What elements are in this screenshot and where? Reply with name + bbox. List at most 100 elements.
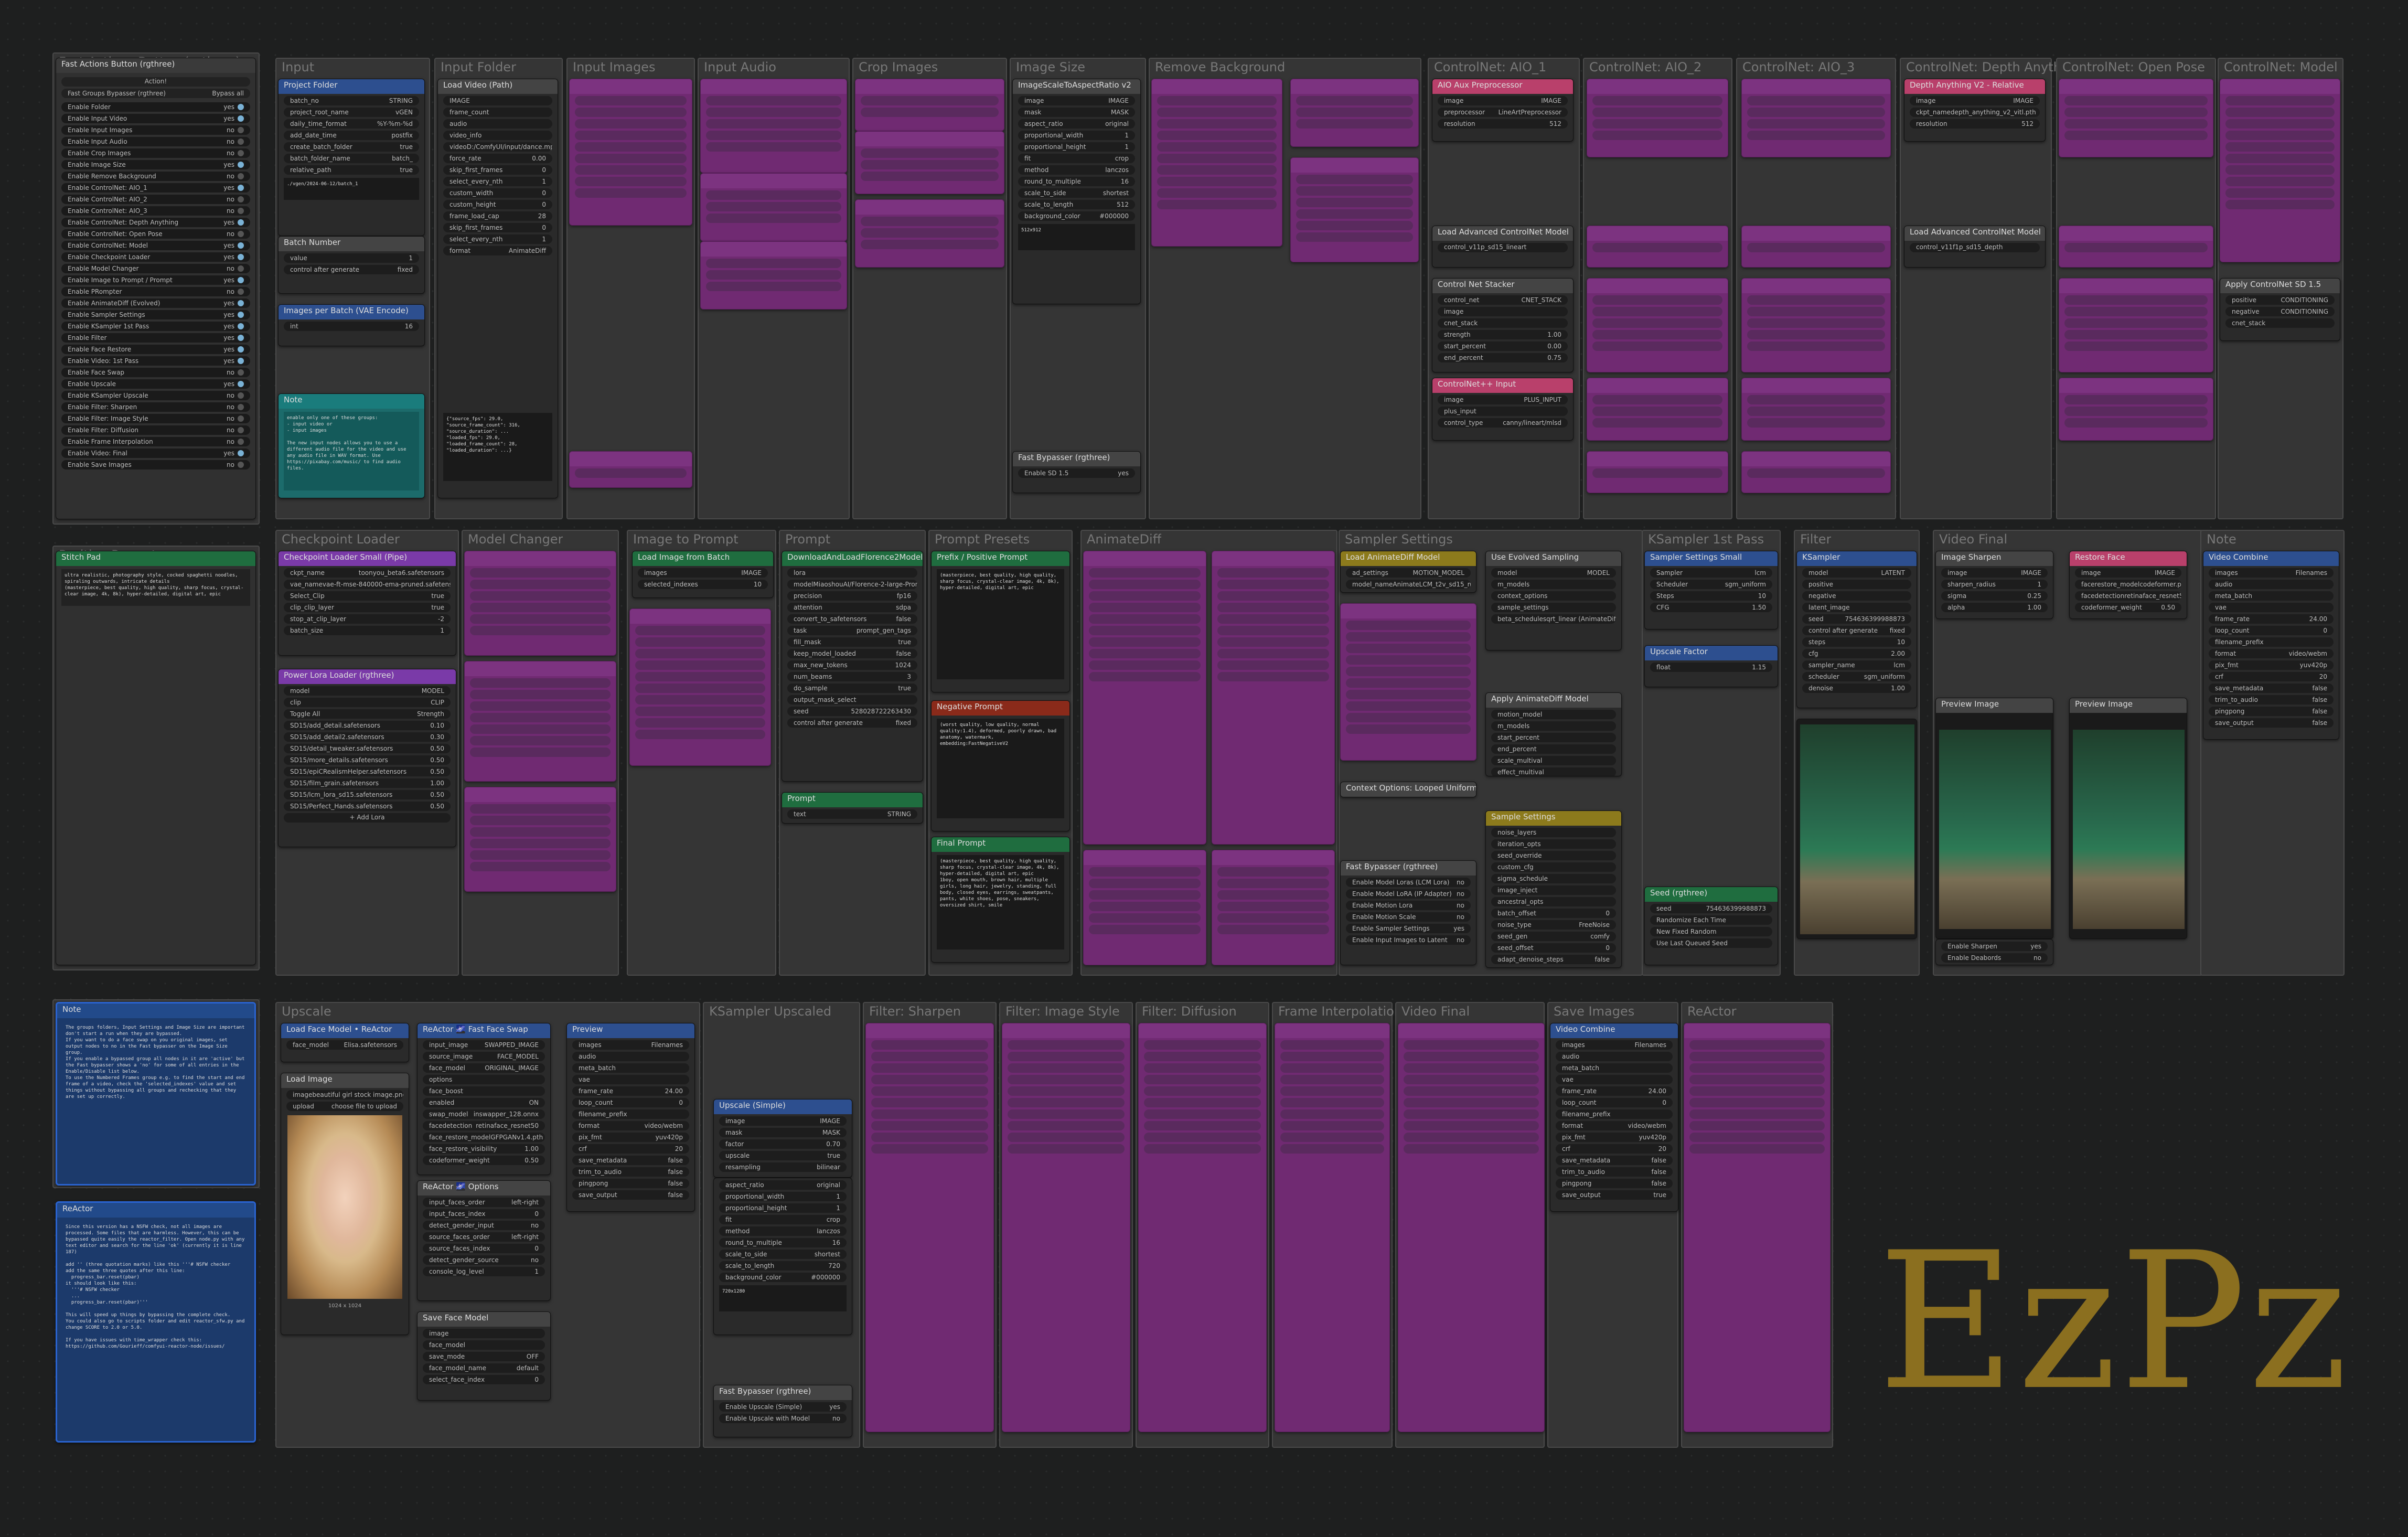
preview-faceswap-widget[interactable]: trim_to_audio false — [572, 1167, 689, 1177]
apply-cn-widget[interactable]: negative CONDITIONING — [2225, 307, 2335, 316]
toggle-dot-icon[interactable] — [238, 127, 244, 133]
face-swap-widget[interactable]: face_restore_visibility 1.00 — [423, 1144, 545, 1154]
group-toggle-row[interactable]: Enable PRompter no — [61, 287, 250, 296]
florence-widget[interactable]: control after generate fixed — [787, 718, 917, 728]
upscale-scale-widget[interactable]: fit crop — [719, 1215, 847, 1224]
aio-widget[interactable]: resolution 512 — [1438, 119, 1568, 129]
note-input-node[interactable]: Note enable only one of these groups: - … — [278, 393, 425, 498]
upscale-bypasser-node[interactable]: Fast Bypasser (rgthree) Enable Upscale (… — [713, 1385, 852, 1437]
evolved-sampling-widget[interactable]: model MODEL — [1491, 568, 1616, 578]
ksampler-widget[interactable]: model LATENT — [1802, 568, 1911, 578]
bypassed-node[interactable] — [629, 609, 771, 766]
face-swap-widget[interactable]: swap_model inswapper_128.onnx — [423, 1109, 545, 1119]
bypassed-node[interactable] — [1741, 451, 1891, 493]
florence-widget[interactable]: num_beams 3 — [787, 672, 917, 681]
preview-faceswap-widget[interactable]: pix_fmt yuv420p — [572, 1133, 689, 1142]
toggle-dot-icon[interactable] — [238, 254, 244, 260]
batch-widget[interactable]: value 1 — [284, 253, 419, 263]
evolved-sampling-widget[interactable]: sample_settings — [1491, 603, 1616, 612]
bypass-all-row[interactable]: Fast Groups Bypasser (rgthree) Bypass all — [61, 89, 250, 98]
face-swap-widget[interactable]: face_restore_model GFPGANv1.4.pth — [423, 1133, 545, 1142]
video-final-widget[interactable]: pix_fmt yuv420p — [1556, 1133, 1673, 1142]
load-image-batch-widget[interactable]: images IMAGE — [638, 568, 768, 578]
depth-widget[interactable]: ckpt_name depth_anything_v2_vitl.pth — [1910, 108, 2040, 117]
reactor-options-widget[interactable]: source_faces_index 0 — [423, 1244, 545, 1253]
bypassed-node[interactable] — [1138, 1023, 1267, 1432]
toggle-dot-icon[interactable] — [238, 312, 244, 318]
toggle-dot-icon[interactable] — [238, 185, 244, 191]
video-final-widget[interactable]: vae — [1556, 1075, 1673, 1084]
toggle-dot-icon[interactable] — [238, 358, 244, 364]
preview-faceswap-widget[interactable]: audio — [572, 1052, 689, 1061]
group-toggle-row[interactable]: Enable ControlNet: Model yes — [61, 241, 250, 250]
image-size-widget[interactable]: round_to_multiple 16 — [1018, 177, 1135, 186]
upscale-scale-node[interactable]: aspect_ratio original proportional_width 1 p… — [713, 1178, 852, 1335]
fast-actions-node[interactable]: Fast Actions Button (rgthree) Action! Fa… — [56, 58, 256, 519]
upscale-widget[interactable]: factor 0.70 — [719, 1139, 847, 1149]
toggle-dot-icon[interactable] — [238, 300, 244, 306]
cn-plus-widget[interactable]: control_type canny/lineart/mlsd — [1438, 418, 1568, 428]
load-video-widget[interactable]: skip_first_frames 0 — [443, 165, 552, 175]
face-swap-widget[interactable]: face_model ORIGINAL_IMAGE — [423, 1063, 545, 1073]
load-video-widget[interactable]: format AnimateDiff — [443, 246, 552, 255]
checkpoint-widget[interactable]: vae_name vae-ft-mse-840000-ema-pruned.saf… — [284, 580, 451, 589]
toggle-dot-icon[interactable] — [238, 104, 244, 110]
ksampler-widget[interactable]: denoise 1.00 — [1802, 684, 1911, 693]
toggle-dot-icon[interactable] — [238, 277, 244, 283]
upscale-bypasser-widget[interactable]: Enable Upscale (Simple) yes — [719, 1402, 847, 1412]
sample-settings-widget[interactable]: noise_layers — [1491, 828, 1616, 837]
image-size-node[interactable]: ImageScaleToAspectRatio v2 image IMAGE mas… — [1012, 79, 1141, 304]
image-size-widget[interactable]: background_color #000000 — [1018, 211, 1135, 221]
load-video-widget[interactable]: skip_first_frames 0 — [443, 223, 552, 232]
sample-settings-widget[interactable]: ancestral_opts — [1491, 897, 1616, 906]
preview-faceswap-widget[interactable]: save_output false — [572, 1190, 689, 1200]
face-swap-widget[interactable]: options — [423, 1075, 545, 1084]
cn-stacker-widget[interactable]: start_percent 0.00 — [1438, 341, 1568, 351]
video-combine-widget[interactable]: meta_batch — [2209, 591, 2334, 601]
sharpen-node[interactable]: Image Sharpen image IMAGE sharpen_radius 1 s… — [1935, 551, 2053, 619]
video-combine-1-node[interactable]: Video Combine images Filenames audio meta_b… — [2203, 551, 2339, 740]
depth-widget[interactable]: image IMAGE — [1910, 96, 2040, 105]
group-toggle-row[interactable]: Enable Upscale yes — [61, 379, 250, 389]
save-face-widget[interactable]: select_face_index 0 — [423, 1375, 545, 1384]
sharpen-widget[interactable]: sharpen_radius 1 — [1941, 580, 2048, 589]
group-toggle-row[interactable]: Enable Video: 1st Pass yes — [61, 356, 250, 366]
load-image-batch-node[interactable]: Load Image from Batch images IMAGE selecte… — [632, 551, 774, 598]
preview-faceswap-widget[interactable]: vae — [572, 1075, 689, 1084]
upscale-widget[interactable]: mask MASK — [719, 1128, 847, 1137]
batch-number-node[interactable]: Batch Number value 1 control after generat… — [278, 236, 425, 294]
bypassed-node[interactable] — [700, 79, 847, 173]
bypassed-node[interactable] — [569, 79, 692, 226]
preview-faceswap-widget[interactable]: pingpong false — [572, 1179, 689, 1188]
face-swap-widget[interactable]: enabled ON — [423, 1098, 545, 1107]
video-final-widget[interactable]: save_output true — [1556, 1190, 1673, 1200]
sample-settings-widget[interactable]: noise_type FreeNoise — [1491, 920, 1616, 930]
face-restore-widget[interactable]: image IMAGE — [2075, 568, 2181, 578]
upscale-factor-widget[interactable]: float 1.15 — [1650, 663, 1772, 672]
bypassed-node[interactable] — [2059, 226, 2213, 268]
depth-node[interactable]: Depth Anything V2 - Relative image IMAGE c… — [1904, 79, 2046, 142]
apply-ad-widget[interactable]: effect_multival — [1491, 767, 1616, 776]
preview-1st-node[interactable] — [1796, 719, 1917, 939]
video-combine-widget[interactable]: filename_prefix — [2209, 637, 2334, 647]
load-video-widget[interactable]: IMAGE — [443, 96, 552, 105]
load-image-batch-widget[interactable]: selected_indexes 10 — [638, 580, 768, 589]
sample-settings-widget[interactable]: sigma_schedule — [1491, 874, 1616, 883]
video-final-widget[interactable]: pingpong false — [1556, 1179, 1673, 1188]
group-toggle-row[interactable]: Enable ControlNet: Depth Anything yes — [61, 218, 250, 227]
bypassed-node[interactable] — [1275, 1023, 1390, 1432]
reactor-options-widget[interactable]: source_faces_order left-right — [423, 1232, 545, 1242]
lora-entry-widget[interactable]: SD15/Perfect_Hands.safetensors 0.50 — [284, 802, 451, 811]
negative-text[interactable]: (worst quality, low quality, normal qual… — [937, 719, 1064, 818]
evolved-sampling-widget[interactable]: m_models — [1491, 580, 1616, 589]
sample-settings-widget[interactable]: seed_override — [1491, 851, 1616, 860]
bypassed-node[interactable] — [2220, 79, 2340, 262]
toggle-dot-icon[interactable] — [238, 450, 244, 456]
load-video-widget[interactable]: video D:/ComfyUI/input/dance.mp4 — [443, 142, 552, 152]
project-folder-node[interactable]: Project Folder batch_no STRING project_roo… — [278, 79, 425, 236]
seed-widget[interactable]: seed 754636399988873 — [1650, 904, 1772, 913]
load-video-widget[interactable]: select_every_nth 1 — [443, 234, 552, 244]
upscale-bypasser-widget[interactable]: Enable Upscale with Model no — [719, 1414, 847, 1423]
save-face-widget[interactable]: face_model — [423, 1340, 545, 1350]
video-combine-widget[interactable]: save_metadata false — [2209, 684, 2334, 693]
